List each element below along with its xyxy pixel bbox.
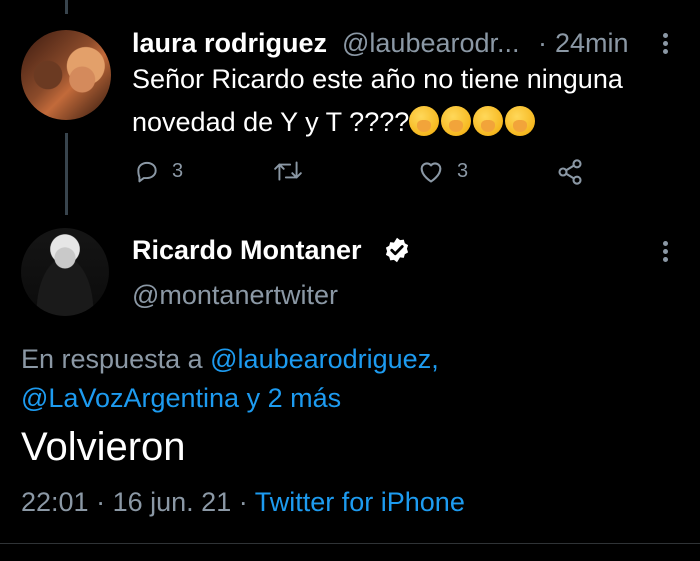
share-icon [558, 159, 582, 185]
reply-more-link[interactable]: 2 más [268, 383, 342, 413]
like-count: 3 [457, 159, 469, 182]
tweet-meta: 22:01 · 16 jun. 21 · Twitter for iPhone [21, 487, 465, 518]
mention-link-1[interactable]: @laubearodriguez, [210, 344, 439, 374]
avatar-ricardo[interactable] [21, 228, 109, 316]
meta-dot: · [96, 487, 106, 517]
retweet-button[interactable] [273, 158, 303, 184]
reply-tweet-text: Señor Ricardo este año no tiene ninguna … [132, 58, 677, 144]
main-author-name[interactable]: Ricardo Montaner [132, 235, 362, 266]
meta-dot: · [238, 487, 248, 517]
tweet-source-link[interactable]: Twitter for iPhone [255, 487, 465, 517]
heart-icon [420, 162, 442, 183]
face-with-hand-over-mouth-icon [473, 106, 504, 136]
avatar-laura[interactable] [21, 30, 111, 120]
reply-author-handle[interactable]: @laubearodr... [342, 28, 520, 59]
reply-separator: · [538, 28, 547, 58]
retweet-icon [274, 161, 302, 181]
thread-line-top [65, 0, 68, 14]
divider [0, 543, 700, 544]
face-with-hand-over-mouth-icon [505, 106, 536, 136]
face-with-hand-over-mouth-icon [441, 106, 472, 136]
tweet-date: 16 jun. 21 [112, 487, 232, 517]
verified-badge-icon [385, 237, 409, 263]
face-with-hand-over-mouth-icon [409, 106, 440, 136]
reply-more-icon[interactable] [663, 33, 669, 54]
reply-author-name[interactable]: laura rodriguez [132, 28, 327, 59]
reply-text: Señor Ricardo este año no tiene ninguna … [132, 64, 623, 137]
mention-link-2[interactable]: @LaVozArgentina [21, 383, 239, 413]
main-more-icon[interactable] [663, 241, 669, 262]
reply-context: En respuesta a @laubearodriguez, @LaVozA… [21, 340, 661, 418]
like-button[interactable]: 3 [417, 158, 468, 184]
reply-icon [137, 161, 157, 183]
emoji-group [409, 106, 537, 137]
tweet-time: 22:01 [21, 487, 89, 517]
main-tweet-text: Volvieron [21, 425, 186, 469]
main-author-handle[interactable]: @montanertwiter [132, 280, 338, 311]
thread-line-connector [65, 133, 68, 215]
reply-time[interactable]: 24min [555, 28, 629, 59]
reply-count: 3 [172, 159, 184, 182]
share-button[interactable] [556, 158, 584, 186]
reply-and: y [246, 383, 261, 413]
reply-prefix: En respuesta a [21, 344, 203, 374]
reply-button[interactable]: 3 [134, 158, 183, 184]
